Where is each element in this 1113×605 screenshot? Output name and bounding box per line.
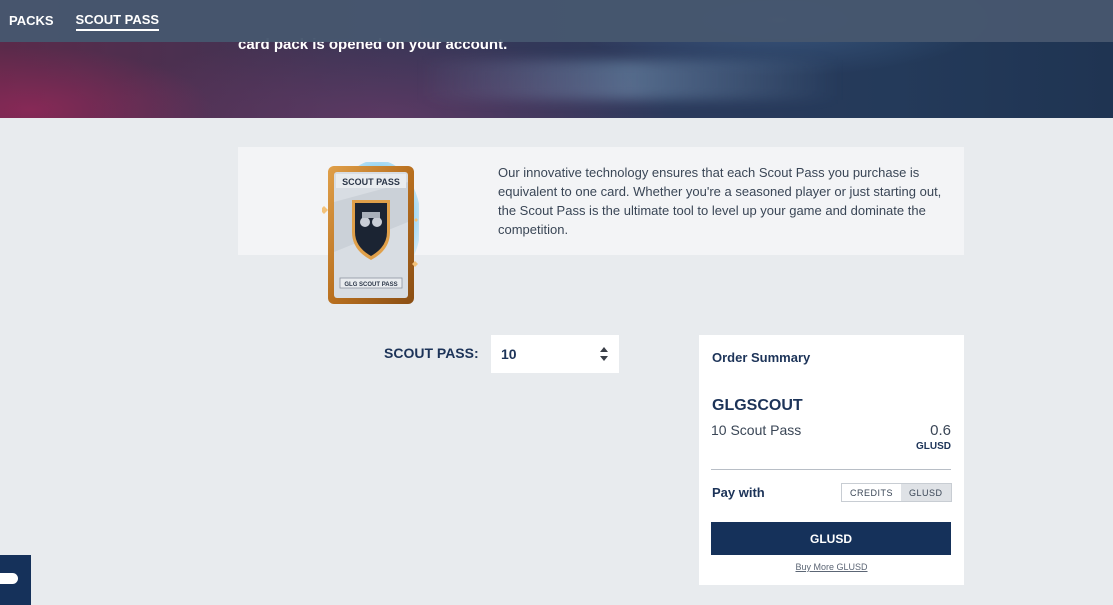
payment-method-toggle: CREDITS GLUSD — [841, 483, 952, 502]
pay-with-label: Pay with — [712, 485, 765, 500]
hero-glow — [420, 60, 840, 100]
order-product-name: GLGSCOUT — [712, 397, 803, 414]
card-title-text: SCOUT PASS — [342, 177, 400, 187]
chat-widget-button[interactable] — [0, 555, 31, 605]
scout-pass-description: Our innovative technology ensures that e… — [498, 165, 942, 237]
pay-option-glusd[interactable]: GLUSD — [901, 484, 951, 501]
card-footer-text: GLG SCOUT PASS — [344, 282, 397, 288]
pay-button[interactable]: GLUSD — [711, 522, 951, 555]
chevron-down-icon[interactable] — [600, 356, 608, 361]
order-currency: GLUSD — [916, 441, 951, 452]
scout-pass-card-image: SCOUT PASS GLG SCOUT PASS — [322, 162, 419, 304]
top-navigation: PACKS SCOUT PASS — [0, 0, 1113, 42]
summary-divider — [711, 469, 951, 470]
order-line-item: 10 Scout Pass — [711, 422, 802, 438]
order-price: 0.6 — [930, 422, 951, 439]
quantity-value: 10 — [501, 346, 517, 362]
scout-pass-quantity-label: SCOUT PASS: — [384, 345, 479, 361]
order-summary-panel: Order Summary GLGSCOUT 10 Scout Pass 0.6… — [699, 335, 964, 585]
chevron-up-icon[interactable] — [600, 347, 608, 352]
nav-item-scout-pass[interactable]: SCOUT PASS — [75, 12, 160, 31]
order-summary-title: Order Summary — [712, 350, 811, 365]
scout-pass-quantity-input[interactable]: 10 — [491, 335, 619, 373]
nav-item-packs[interactable]: PACKS — [9, 13, 54, 30]
chat-icon — [0, 573, 18, 584]
quantity-stepper[interactable] — [599, 347, 609, 361]
buy-more-link[interactable]: Buy More GLUSD — [699, 562, 964, 572]
pay-option-credits[interactable]: CREDITS — [842, 484, 902, 501]
